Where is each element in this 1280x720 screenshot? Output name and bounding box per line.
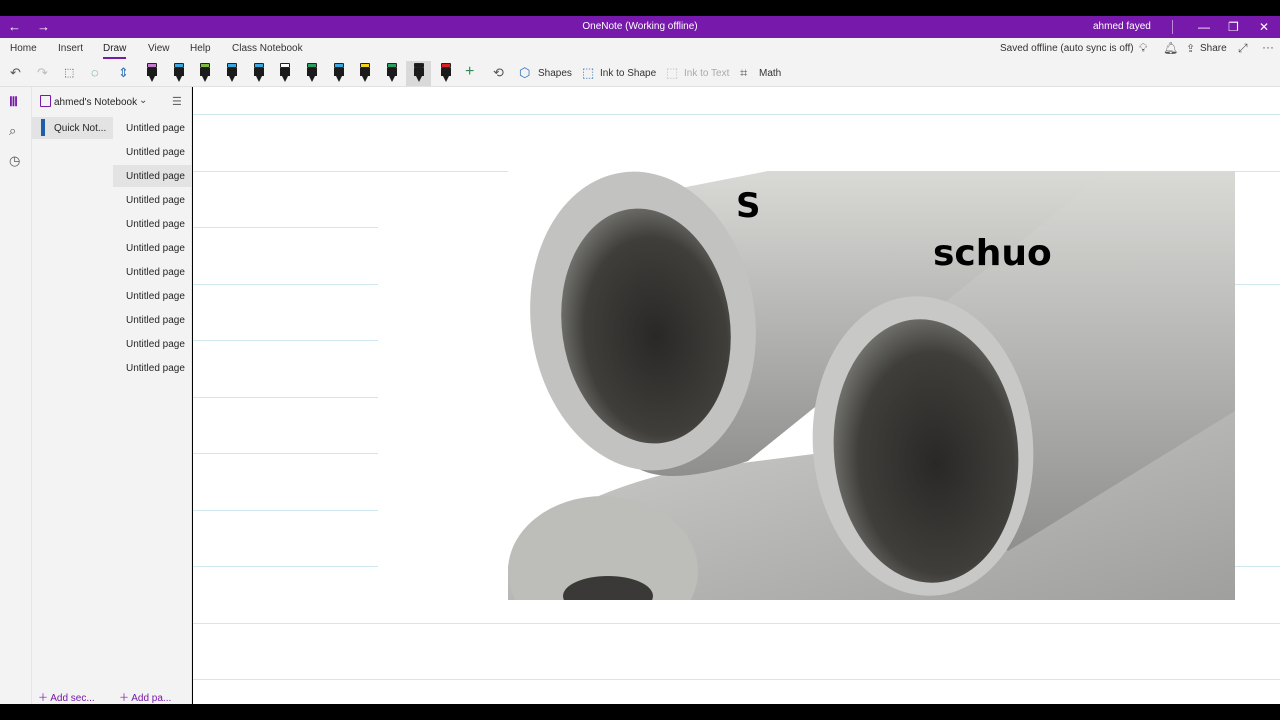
page-item[interactable]: Untitled page — [113, 261, 192, 283]
ink-annotation-word[interactable]: schuo — [933, 233, 1052, 274]
page-title: Untitled page — [126, 171, 185, 182]
sync-status: Saved offline (auto sync is off) — [1000, 43, 1134, 54]
lightbulb-icon[interactable]: 💡︎ — [1139, 41, 1147, 56]
add-space-icon[interactable]: ⇕ — [118, 65, 129, 81]
letterbox-bottom — [0, 704, 1280, 720]
rule-line — [193, 397, 378, 398]
ribbon-tabs: Home Insert Draw View Help Class Noteboo… — [0, 38, 1280, 60]
page-title: Untitled page — [126, 363, 185, 374]
share-icon: ⇪ — [1186, 43, 1196, 55]
pen-10-icon[interactable] — [387, 63, 397, 83]
tab-view[interactable]: View — [148, 43, 170, 54]
expand-icon[interactable]: ⤢ — [1238, 41, 1248, 56]
rule-line — [193, 623, 1280, 624]
page-title: Untitled page — [126, 219, 185, 230]
undo-icon[interactable]: ↶ — [10, 65, 21, 81]
more-options-icon[interactable]: ··· — [1262, 40, 1274, 54]
rule-line — [193, 510, 378, 511]
section-label: Quick Not... — [54, 123, 107, 134]
lasso-select-icon[interactable]: ◌ — [91, 65, 99, 81]
section-color-tab — [41, 119, 45, 136]
rule-line — [193, 340, 378, 341]
rule-line — [193, 114, 1280, 115]
letterbox-top — [0, 0, 1280, 16]
page-item[interactable]: Untitled page — [113, 357, 192, 379]
add-section-button[interactable]: ＋ Add sec... — [38, 689, 95, 704]
add-page-label: Add pa... — [131, 693, 172, 704]
page-canvas[interactable]: S schuo — [193, 87, 1280, 704]
page-title: Untitled page — [126, 123, 185, 134]
page-item[interactable]: Untitled page — [113, 165, 192, 187]
rule-line — [193, 453, 378, 454]
chevron-down-icon[interactable]: ⌄ — [139, 95, 147, 106]
page-title: Untitled page — [126, 339, 185, 350]
page-item[interactable]: Untitled page — [113, 213, 192, 235]
rule-line — [193, 227, 378, 228]
tab-home[interactable]: Home — [10, 43, 37, 54]
minimize-icon[interactable]: — — [1198, 19, 1210, 35]
page-item[interactable]: Untitled page — [113, 117, 192, 139]
rule-line — [1235, 566, 1280, 567]
sort-icon[interactable]: ☰ — [172, 95, 182, 108]
section-list — [32, 87, 113, 704]
page-item[interactable]: Untitled page — [113, 333, 192, 355]
steel-pipes-image[interactable]: S schuo — [508, 171, 1235, 600]
close-icon[interactable]: ✕ — [1259, 19, 1269, 35]
page-item[interactable]: Untitled page — [113, 189, 192, 211]
pen-5-icon[interactable] — [254, 63, 264, 83]
pen-2-icon[interactable] — [174, 63, 184, 83]
user-name[interactable]: ahmed fayed — [1093, 21, 1151, 32]
restore-icon[interactable]: ❐ — [1228, 19, 1239, 35]
page-title: Untitled page — [126, 267, 185, 278]
section-quick-notes[interactable]: Quick Not... — [32, 117, 113, 139]
tab-class-notebook[interactable]: Class Notebook — [232, 43, 303, 54]
tab-help[interactable]: Help — [190, 43, 211, 54]
page-title: Untitled page — [126, 195, 185, 206]
window-title: OneNote (Working offline) — [582, 21, 698, 32]
navigation-rail: Ⅲ ⌕ ◷ — [0, 87, 32, 704]
recent-icon[interactable]: ◷ — [9, 153, 20, 169]
rule-line — [193, 284, 378, 285]
bell-icon[interactable]: 🔔︎ — [1163, 41, 1178, 55]
pen-6-icon[interactable] — [280, 63, 290, 83]
rule-line — [1235, 284, 1280, 285]
page-item[interactable]: Untitled page — [113, 285, 192, 307]
pen-4-icon[interactable] — [227, 63, 237, 83]
rule-line — [193, 679, 1280, 680]
redo-icon[interactable]: ↷ — [37, 65, 48, 81]
type-select-icon[interactable]: ⬚ — [64, 65, 74, 81]
share-button[interactable]: Share — [1200, 43, 1227, 54]
page-title: Untitled page — [126, 243, 185, 254]
pen-1-icon[interactable] — [147, 63, 157, 83]
title-bar: ← → OneNote (Working offline) ahmed faye… — [0, 16, 1280, 38]
notebook-name: ahmed's Notebook — [54, 97, 138, 108]
add-section-label: Add sec... — [50, 693, 95, 704]
notebook-header[interactable]: ahmed's Notebook ⌄ ☰ — [32, 87, 192, 115]
draw-toolbar: ↶ ↷ ⬚ ◌ ⇕ — [0, 60, 1280, 87]
pen-12-icon[interactable] — [441, 63, 451, 83]
page-item[interactable]: Untitled page — [113, 141, 192, 163]
search-icon[interactable]: ⌕ — [9, 123, 16, 139]
pen-7-icon[interactable] — [307, 63, 317, 83]
tab-insert[interactable]: Insert — [58, 43, 83, 54]
add-page-button[interactable]: ＋ Add pa... — [119, 689, 171, 704]
page-title: Untitled page — [126, 147, 185, 158]
active-tab-indicator — [103, 57, 126, 59]
page-item[interactable]: Untitled page — [113, 237, 192, 259]
notebook-icon — [40, 95, 51, 107]
pen-9-icon[interactable] — [360, 63, 370, 83]
page-title: Untitled page — [126, 315, 185, 326]
pen-8-icon[interactable] — [334, 63, 344, 83]
rule-line — [193, 566, 378, 567]
page-title: Untitled page — [126, 291, 185, 302]
title-separator — [1172, 20, 1173, 34]
page-item[interactable]: Untitled page — [113, 309, 192, 331]
ink-annotation-s[interactable]: S — [736, 186, 761, 226]
pen-3-icon[interactable] — [200, 63, 210, 83]
pen-11-icon[interactable] — [414, 63, 424, 83]
tab-draw[interactable]: Draw — [103, 43, 126, 54]
notebooks-icon[interactable]: Ⅲ — [9, 94, 18, 110]
